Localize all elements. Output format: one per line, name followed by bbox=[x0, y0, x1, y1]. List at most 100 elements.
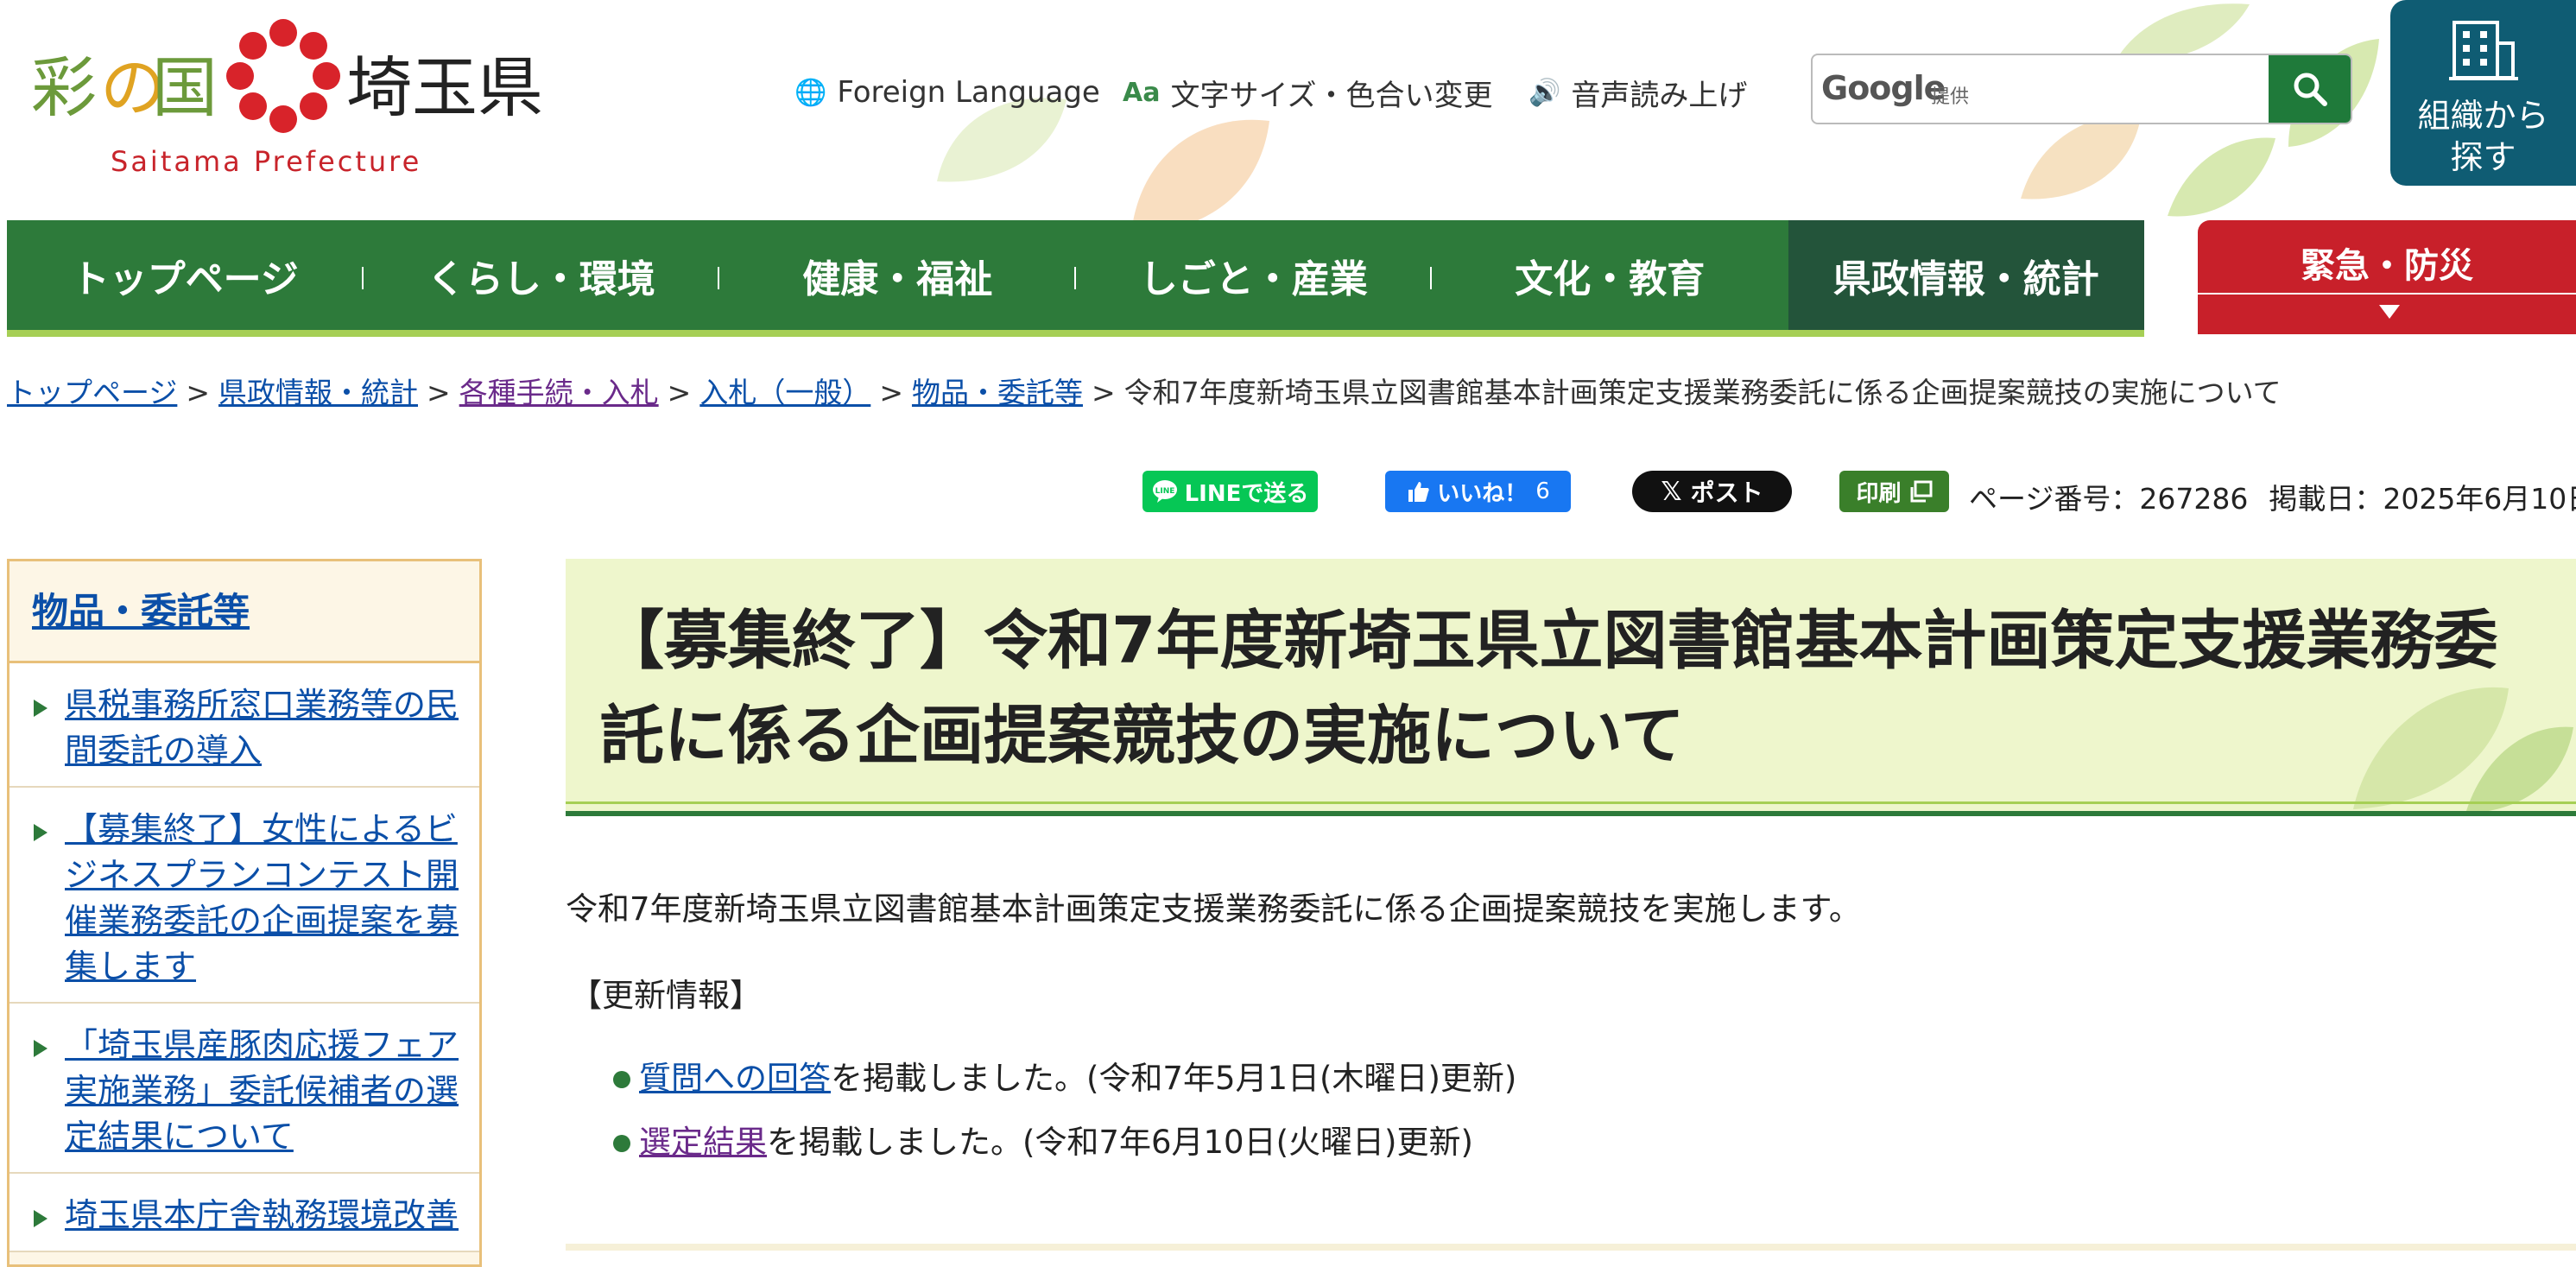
update-heading: 【更新情報】 bbox=[570, 977, 762, 1014]
update-text: を掲載しました。(令和7年6月10日(火曜日)更新) bbox=[767, 1124, 1473, 1161]
voice-reader-label: 音声読み上げ bbox=[1571, 78, 1748, 113]
like-count: 6 bbox=[1535, 478, 1550, 504]
line-share-label: LINEで送る bbox=[1184, 480, 1309, 507]
list-item: 質問への回答を掲載しました。(令和7年5月1日(木曜日)更新) bbox=[613, 1047, 1516, 1111]
leaf-decoration-icon bbox=[1133, 119, 1269, 220]
breadcrumb-link[interactable]: トップページ bbox=[7, 376, 177, 409]
intro-text: 令和7年度新埼玉県立図書館基本計画策定支援業務委託に係る企画提案競技を実施します… bbox=[566, 890, 1861, 928]
sidebar-list: 県税事務所窓口業務等の民間委託の導入 【募集終了】女性によるビジネスプランコンテ… bbox=[9, 663, 479, 1252]
nav-item-label: トップページ bbox=[71, 257, 299, 301]
page-title-banner: 【募集終了】令和7年度新埼玉県立図書館基本計画策定支援業務委託に係る企画提案競技… bbox=[566, 559, 2576, 816]
logo-prefecture-name: 埼玉県 bbox=[346, 49, 543, 126]
sidebar-item-link[interactable]: 「埼玉県産豚肉応援フェア実施業務」委託候補者の選定結果について bbox=[65, 1026, 459, 1156]
facebook-like-button[interactable]: いいね！ 6 bbox=[1385, 471, 1571, 512]
voice-reader-link[interactable]: 🔊 音声読み上げ bbox=[1529, 71, 1747, 114]
nav-item-label: 県政情報・統計 bbox=[1832, 257, 2099, 301]
logo-text-sai: 彩 bbox=[31, 49, 97, 126]
posted-date: 掲載日：2025年6月10日 bbox=[2269, 482, 2576, 516]
emergency-disaster-button[interactable]: 緊急・防災 bbox=[2198, 220, 2576, 334]
sidebar-item: 「埼玉県産豚肉応援フェア実施業務」委託候補者の選定結果について bbox=[9, 1004, 479, 1174]
nav-item-label: 文化・教育 bbox=[1515, 257, 1706, 301]
sidebar-title: 物品・委託等 bbox=[9, 561, 479, 663]
print-label: 印刷 bbox=[1856, 480, 1902, 507]
breadcrumb-separator: > bbox=[186, 376, 210, 409]
line-share-button[interactable]: LINE LINEで送る bbox=[1142, 471, 1318, 512]
nav-item-top[interactable]: トップページ bbox=[7, 220, 364, 330]
share-toolbar: LINE LINEで送る いいね！ 6 𝕏 ポスト 印刷 ページ番号：26728… bbox=[0, 471, 2576, 517]
nav-item-label: 健康・福祉 bbox=[802, 257, 993, 301]
search-input[interactable] bbox=[1813, 55, 2262, 123]
svg-text:LINE: LINE bbox=[1155, 487, 1174, 496]
speaker-icon: 🔊 bbox=[1529, 77, 1561, 108]
font-color-label: 文字サイズ・色合い変更 bbox=[1170, 78, 1493, 113]
global-navigation: トップページ くらし・環境 健康・福祉 しごと・産業 文化・教育 県政情報・統計 bbox=[7, 220, 2144, 337]
nav-item-label: くらし・環境 bbox=[427, 257, 655, 301]
triangle-right-icon bbox=[34, 1040, 47, 1057]
breadcrumb-link[interactable]: 県政情報・統計 bbox=[218, 376, 418, 409]
font-color-settings-link[interactable]: Aa 文字サイズ・色合い変更 bbox=[1123, 71, 1492, 114]
x-post-label: ポスト bbox=[1690, 478, 1763, 507]
prefecture-emblem-icon bbox=[226, 19, 340, 133]
breadcrumb-current: 令和7年度新埼玉県立図書館基本計画策定支援業務委託に係る企画提案競技の実施につい… bbox=[1123, 376, 2282, 409]
open-window-icon bbox=[1910, 480, 1932, 503]
sidebar-item: 【募集終了】女性によるビジネスプランコンテスト開催業務委託の企画提案を募集します bbox=[9, 788, 479, 1004]
sidebar-title-link[interactable]: 物品・委託等 bbox=[32, 590, 250, 632]
building-icon bbox=[2449, 21, 2518, 80]
globe-icon: 🌐 bbox=[794, 77, 827, 108]
like-label: いいね！ bbox=[1437, 480, 1528, 507]
breadcrumb-separator: > bbox=[427, 376, 451, 409]
line-icon: LINE bbox=[1152, 480, 1177, 503]
nav-item-label: しごと・産業 bbox=[1139, 257, 1368, 301]
sidebar-item: 埼玉県本庁舎執務環境改善 bbox=[9, 1174, 479, 1252]
x-logo-icon: 𝕏 bbox=[1661, 476, 1682, 507]
logo-english-name: Saitama Prefecture bbox=[111, 145, 422, 178]
content-bottom-strip bbox=[566, 1244, 2576, 1251]
sidebar-item-link[interactable]: 埼玉県本庁舎執務環境改善 bbox=[65, 1196, 459, 1234]
breadcrumb-separator: > bbox=[879, 376, 903, 409]
site-header: 彩 の 国 埼玉県 Saitama Prefecture 🌐 Foreign L… bbox=[0, 0, 2576, 220]
search-button[interactable] bbox=[2269, 55, 2351, 123]
nav-item-life-environment[interactable]: くらし・環境 bbox=[364, 220, 719, 330]
emergency-divider bbox=[2198, 293, 2576, 295]
breadcrumb-link[interactable]: 各種手続・入札 bbox=[459, 376, 659, 409]
breadcrumb-separator: > bbox=[667, 376, 692, 409]
qa-answers-link[interactable]: 質問への回答 bbox=[639, 1060, 831, 1097]
nav-item-health-welfare[interactable]: 健康・福祉 bbox=[719, 220, 1076, 330]
nav-item-culture-education[interactable]: 文化・教育 bbox=[1432, 220, 1788, 330]
breadcrumb-link[interactable]: 入札（一般） bbox=[699, 376, 870, 409]
logo-text-kuni: 国 bbox=[152, 49, 218, 126]
triangle-right-icon bbox=[34, 824, 47, 841]
triangle-right-icon bbox=[34, 700, 47, 717]
sidebar-item-link[interactable]: 【募集終了】女性によるビジネスプランコンテスト開催業務委託の企画提案を募集します bbox=[65, 810, 459, 985]
font-size-icon: Aa bbox=[1123, 77, 1161, 108]
thumbs-up-icon bbox=[1408, 482, 1429, 502]
breadcrumb-link[interactable]: 物品・委託等 bbox=[912, 376, 1083, 409]
list-item: 選定結果を掲載しました。(令和7年6月10日(火曜日)更新) bbox=[613, 1111, 1516, 1175]
search-by-organization-button[interactable]: 組織から 探す bbox=[2390, 0, 2576, 186]
update-list: 質問への回答を掲載しました。(令和7年5月1日(木曜日)更新) 選定結果を掲載し… bbox=[613, 1047, 1516, 1175]
sidebar: 物品・委託等 県税事務所窓口業務等の民間委託の導入 【募集終了】女性によるビジネ… bbox=[7, 559, 482, 1267]
update-text: を掲載しました。(令和7年5月1日(木曜日)更新) bbox=[831, 1060, 1517, 1097]
breadcrumb-separator: > bbox=[1091, 376, 1116, 409]
org-button-label: 組織から 探す bbox=[2417, 97, 2549, 176]
leaf-decoration-icon bbox=[2168, 137, 2275, 217]
page-meta: ページ番号：267286 掲載日：2025年6月10日 bbox=[1969, 476, 2576, 517]
selection-result-link[interactable]: 選定結果 bbox=[639, 1124, 767, 1161]
sidebar-item-link[interactable]: 県税事務所窓口業務等の民間委託の導入 bbox=[65, 686, 459, 770]
page-number: ページ番号：267286 bbox=[1969, 482, 2249, 516]
page-title: 【募集終了】令和7年度新埼玉県立図書館基本計画策定支援業務委託に係る企画提案競技… bbox=[600, 604, 2498, 773]
foreign-language-link[interactable]: 🌐 Foreign Language bbox=[794, 71, 1100, 114]
triangle-right-icon bbox=[34, 1210, 47, 1227]
site-search: Google 提供 bbox=[1811, 54, 2352, 124]
nav-item-government-statistics[interactable]: 県政情報・統計 bbox=[1788, 220, 2144, 330]
print-button[interactable]: 印刷 bbox=[1839, 471, 1949, 512]
nav-item-work-industry[interactable]: しごと・産業 bbox=[1076, 220, 1432, 330]
sidebar-item: 県税事務所窓口業務等の民間委託の導入 bbox=[9, 663, 479, 788]
foreign-language-label: Foreign Language bbox=[837, 75, 1100, 110]
search-icon bbox=[2294, 73, 2327, 106]
emergency-label: 緊急・防災 bbox=[2301, 246, 2473, 286]
site-logo[interactable]: 彩 の 国 埼玉県 Saitama Prefecture bbox=[31, 16, 549, 180]
breadcrumb: トップページ > 県政情報・統計 > 各種手続・入札 > 入札（一般） > 物品・委託等 > 令和7… bbox=[7, 370, 2282, 411]
chevron-down-icon bbox=[2379, 305, 2400, 319]
x-post-button[interactable]: 𝕏 ポスト bbox=[1632, 471, 1792, 512]
